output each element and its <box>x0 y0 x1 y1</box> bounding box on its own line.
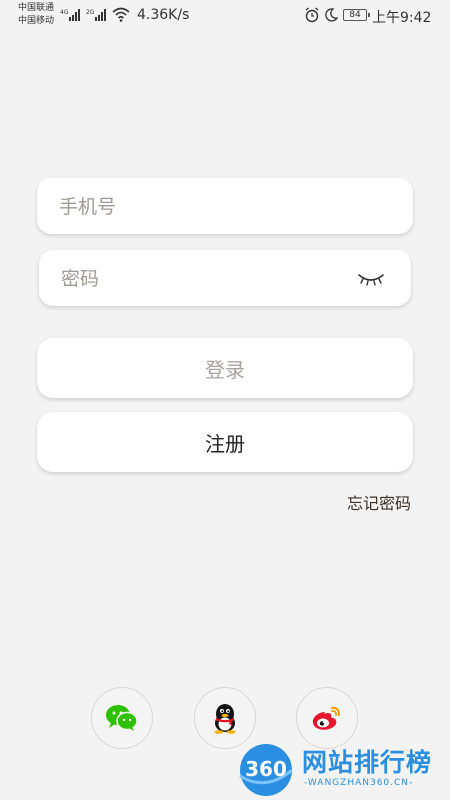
network-speed: 4.36K/s <box>137 7 190 23</box>
watermark-logo: 360 <box>239 744 293 796</box>
phone-input[interactable] <box>57 178 361 236</box>
forgot-password-link[interactable]: 忘记密码 <box>347 490 411 514</box>
watermark-title: 网站排行榜 <box>302 748 433 777</box>
watermark-logo-text: 360 <box>245 757 287 781</box>
login-button[interactable]: 登录 <box>37 338 413 398</box>
moon-icon <box>325 8 338 22</box>
battery-icon: 84 <box>343 9 370 21</box>
qq-icon <box>214 704 236 734</box>
battery-level: 84 <box>349 10 361 20</box>
eye-closed-icon[interactable] <box>357 272 385 286</box>
alarm-icon <box>305 7 319 23</box>
register-button[interactable]: 注册 <box>37 412 413 472</box>
clock: 上午9:42 <box>372 10 432 26</box>
network-type-1: 4G <box>60 9 69 16</box>
status-bar: 中国联通 中国移动 4G 2G 4.36K/s 84 上午9:42 <box>0 0 450 32</box>
wifi-icon <box>112 7 130 22</box>
password-input[interactable] <box>59 250 363 308</box>
wechat-icon <box>106 705 138 731</box>
carrier-2: 中国移动 <box>18 16 55 26</box>
watermark: 360 网站排行榜 -WANGZHAN360.CN- <box>236 740 450 800</box>
phone-field[interactable] <box>37 178 413 236</box>
wechat-login-button[interactable] <box>91 687 153 749</box>
weibo-icon <box>312 706 340 730</box>
password-field[interactable] <box>39 250 411 308</box>
signal-icon: 4G 2G <box>60 9 106 21</box>
carrier-info: 中国联通 中国移动 <box>18 2 54 28</box>
watermark-subtitle: -WANGZHAN360.CN- <box>304 778 414 788</box>
carrier-1: 中国联通 <box>18 3 55 13</box>
network-type-2: 2G <box>86 9 95 16</box>
